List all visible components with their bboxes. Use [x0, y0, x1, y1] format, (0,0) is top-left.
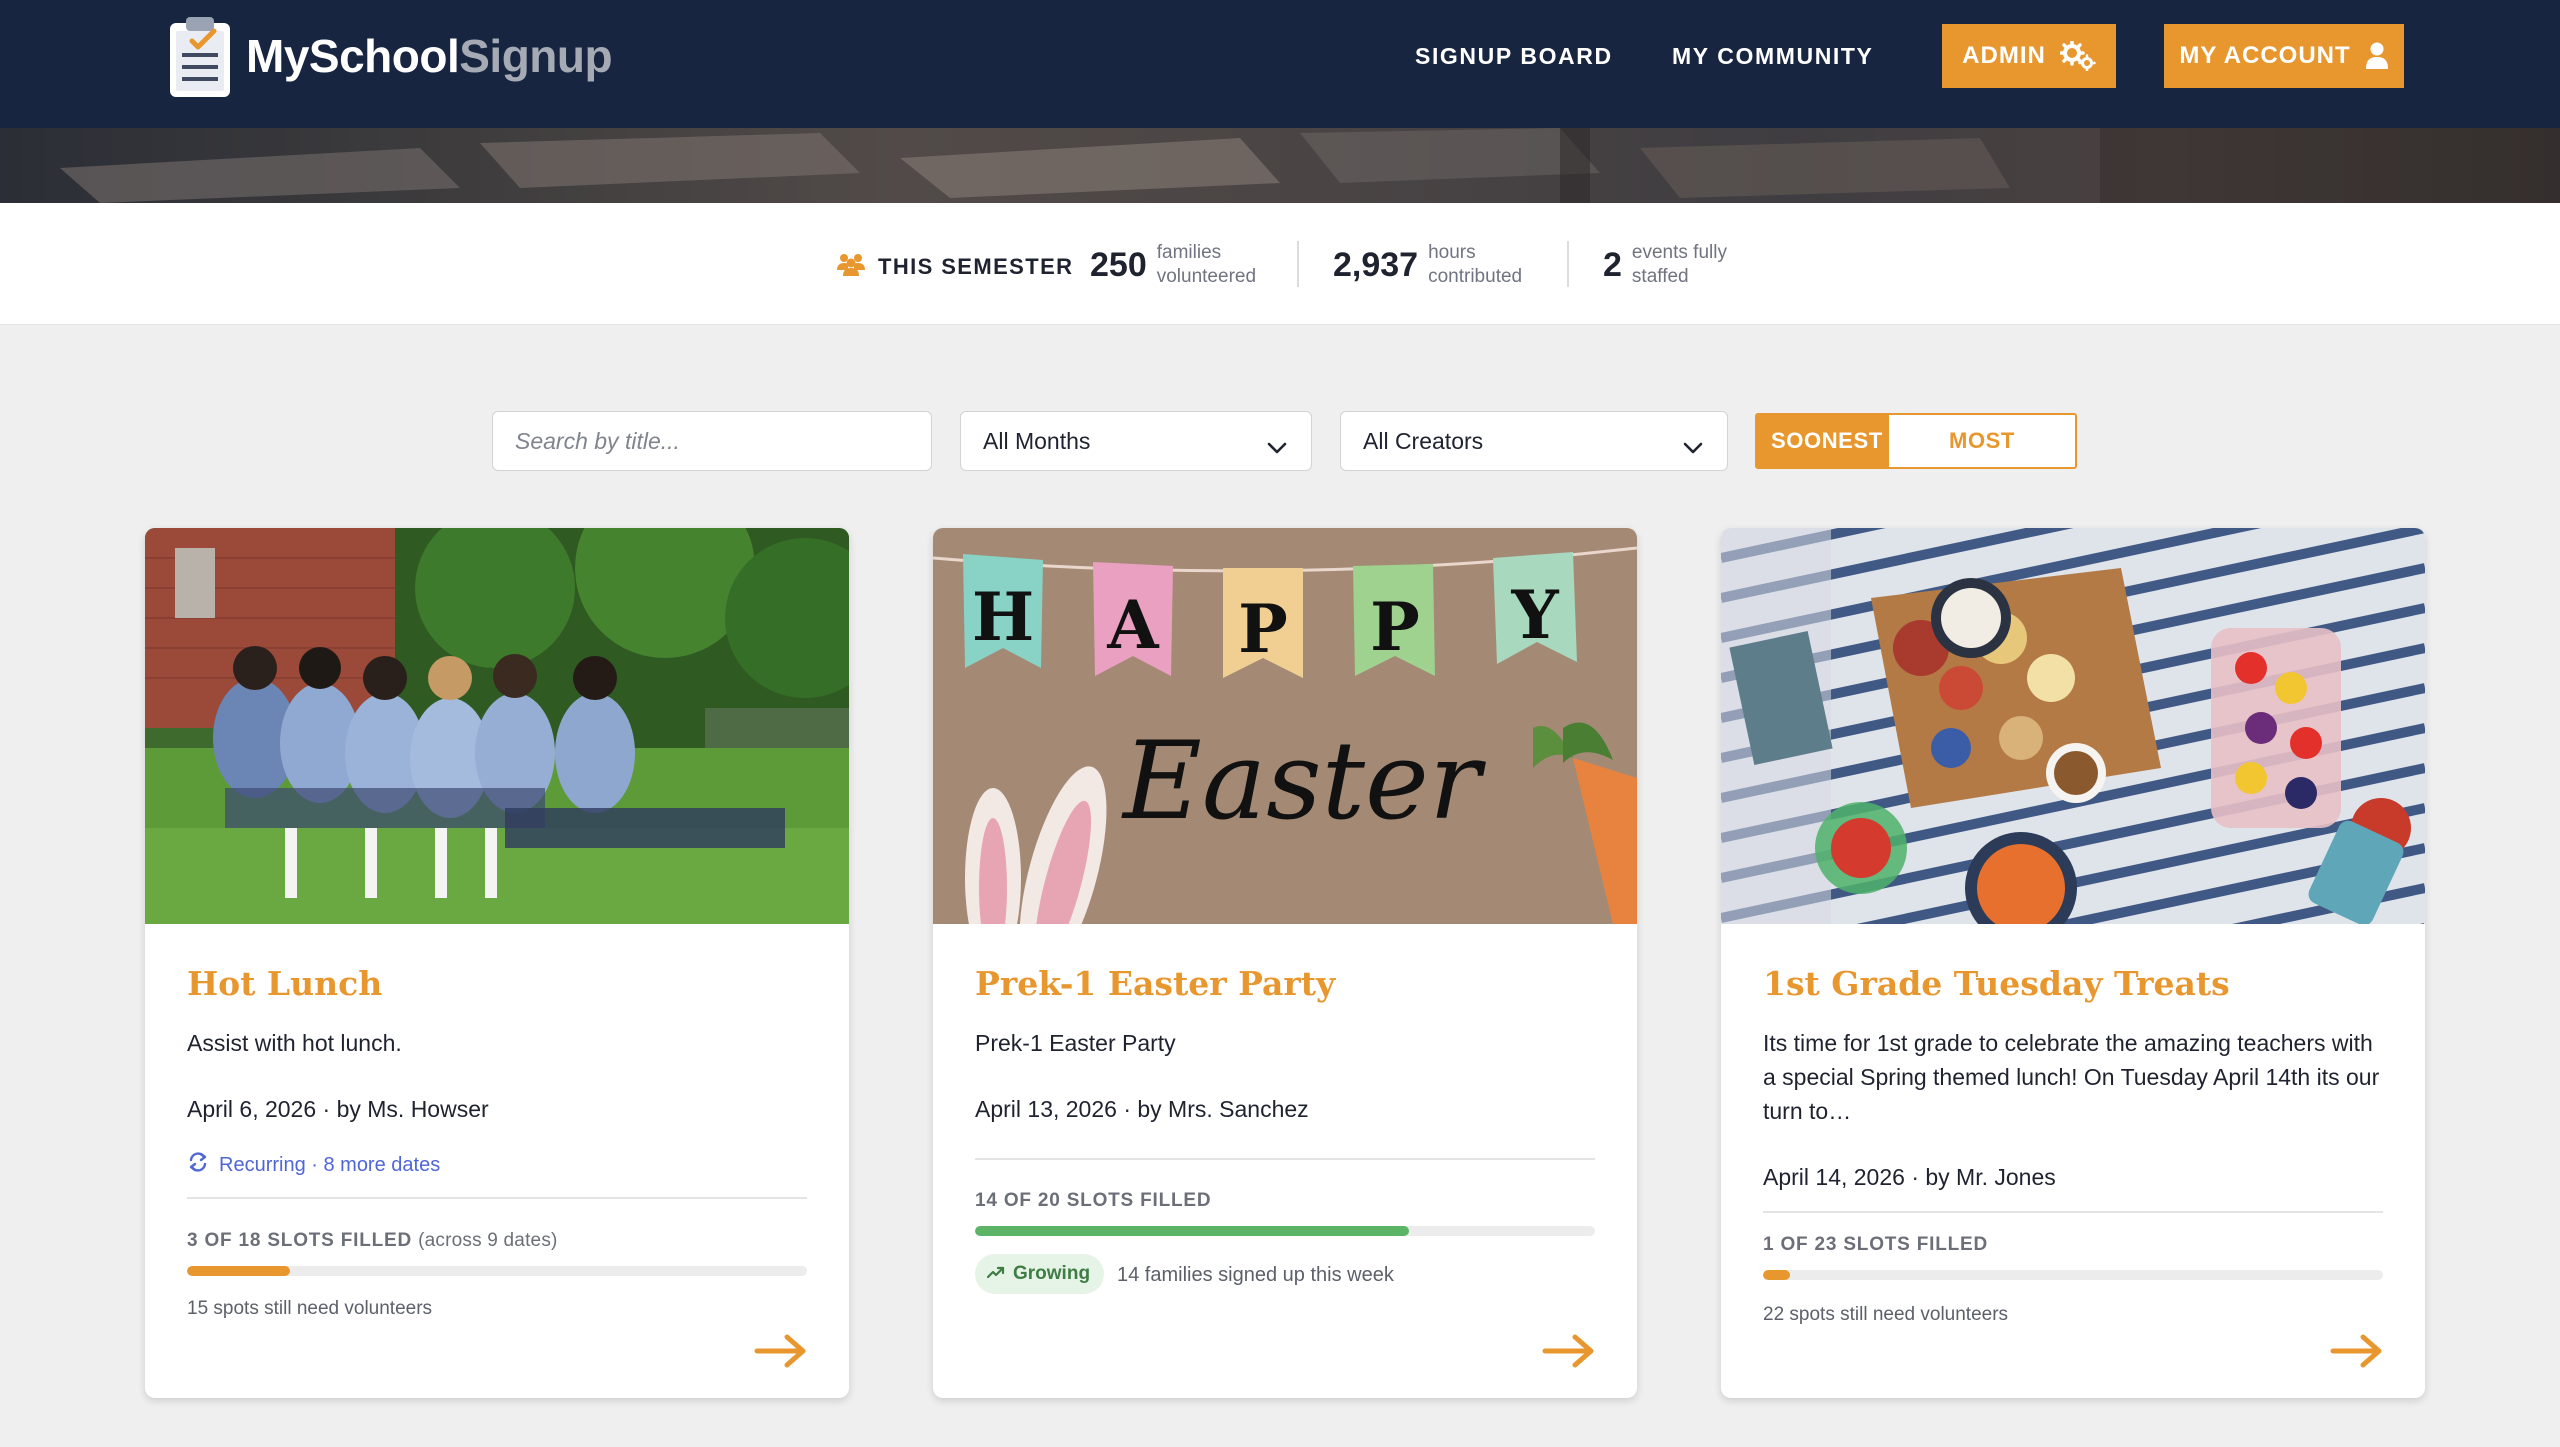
- card-title[interactable]: 1st Grade Tuesday Treats: [1763, 964, 2230, 1003]
- slots-progress-bar: [187, 1266, 807, 1276]
- stats-heading: THIS SEMESTER: [836, 247, 1073, 287]
- trending-up-icon: [986, 1263, 1005, 1285]
- stat-description: events fully staffed: [1631, 242, 1727, 287]
- card-description: Assist with hot lunch.: [187, 1030, 402, 1056]
- search-field[interactable]: [492, 411, 932, 471]
- stat-value: 2: [1603, 245, 1622, 284]
- slots-count: 3 OF 18 SLOTS FILLED: [187, 1230, 413, 1251]
- brand-name-my: MySchool: [246, 30, 460, 82]
- growing-badge: Growing: [975, 1254, 1105, 1294]
- slots-filled-label: 3 OF 18 SLOTS FILLED (across 9 dates): [187, 1230, 558, 1252]
- arrow-right-icon[interactable]: [753, 1333, 809, 1374]
- sort-most-needed-button[interactable]: MOST NEEDED: [1889, 415, 2075, 467]
- card-description: Prek-1 Easter Party: [975, 1030, 1176, 1056]
- slots-progress-bar: [975, 1226, 1595, 1236]
- card-date-creator: April 13, 2026 · by Mrs. Sanchez: [975, 1096, 1309, 1122]
- card-divider: [975, 1158, 1595, 1160]
- banner-letter: H: [972, 578, 1034, 656]
- banner-script: Easter: [1121, 719, 1486, 844]
- nav-my-community[interactable]: MY COMMUNITY: [1672, 24, 1874, 88]
- recurring-link[interactable]: Recurring · 8 more dates: [187, 1151, 440, 1179]
- card-image-students: [145, 528, 849, 924]
- stat-description: families volunteered: [1156, 242, 1257, 287]
- banner-letter: Y: [1510, 576, 1559, 654]
- admin-button[interactable]: ADMIN: [1942, 24, 2116, 88]
- nav-signup-board[interactable]: SIGNUP BOARD: [1415, 24, 1613, 88]
- chevron-down-icon: [1683, 434, 1703, 461]
- my-account-button-label: MY ACCOUNT: [2179, 42, 2351, 69]
- card-divider: [187, 1197, 807, 1199]
- card-title[interactable]: Hot Lunch: [187, 964, 382, 1003]
- card-title[interactable]: Prek-1 Easter Party: [975, 964, 1335, 1003]
- card-divider: [1763, 1211, 2383, 1213]
- card-image-picnic: [1721, 528, 2425, 924]
- slots-progress-fill: [975, 1226, 1409, 1236]
- people-icon: [836, 252, 866, 282]
- stats-heading-label: THIS SEMESTER: [878, 254, 1074, 279]
- arrow-right-icon[interactable]: [1541, 1333, 1597, 1374]
- stat-divider: [1297, 241, 1299, 287]
- slots-count: 1 OF 23 SLOTS FILLED: [1763, 1234, 1989, 1255]
- slots-filled-label: 14 OF 20 SLOTS FILLED: [975, 1190, 1211, 1212]
- banner-letter: P: [1370, 588, 1420, 666]
- clipboard-check-icon: [166, 13, 234, 99]
- brand-name-signup: Signup: [459, 30, 613, 82]
- repeat-icon: [187, 1151, 209, 1179]
- brand-name: MySchoolSignup: [246, 29, 613, 83]
- sort-soonest-button[interactable]: SOONEST: [1757, 415, 1889, 467]
- user-icon: [2365, 42, 2389, 70]
- stat-hours: 2,937 hours contributed: [1333, 237, 1546, 293]
- stat-value: 2,937: [1333, 245, 1419, 284]
- creator-select[interactable]: All Creators: [1340, 411, 1728, 471]
- card-date-creator: April 14, 2026 · by Mr. Jones: [1763, 1164, 2056, 1190]
- gears-icon: [2059, 41, 2096, 71]
- slots-count: 14 OF 20 SLOTS FILLED: [975, 1190, 1212, 1211]
- card-description: Its time for 1st grade to celebrate the …: [1763, 1030, 2380, 1124]
- sort-toggle: SOONEST MOST NEEDED: [1755, 413, 2077, 469]
- month-select[interactable]: All Months: [960, 411, 1312, 471]
- signup-activity-note: 14 families signed up this week: [1117, 1264, 1394, 1286]
- slots-progress-bar: [1763, 1270, 2383, 1280]
- arrow-right-icon[interactable]: [2329, 1333, 2385, 1374]
- my-account-button[interactable]: MY ACCOUNT: [2164, 24, 2404, 88]
- signup-card[interactable]: Hot Lunch Assist with hot lunch. April 6…: [145, 528, 849, 1398]
- growing-badge-label: Growing: [1013, 1263, 1091, 1284]
- stat-events: 2 events fully staffed: [1603, 237, 1744, 293]
- stat-description: hours contributed: [1428, 242, 1523, 287]
- signup-card[interactable]: 1st Grade Tuesday Treats Its time for 1s…: [1721, 528, 2425, 1398]
- banner-letter: P: [1238, 590, 1288, 668]
- slots-progress-fill: [187, 1266, 291, 1276]
- stat-value: 250: [1090, 245, 1147, 284]
- recurring-label: Recurring · 8 more dates: [219, 1153, 441, 1176]
- card-date-creator: April 6, 2026 · by Ms. Howser: [187, 1096, 489, 1122]
- slots-subnote: (across 9 dates): [418, 1230, 558, 1251]
- stat-divider: [1567, 241, 1569, 287]
- month-select-value: All Months: [983, 427, 1091, 454]
- admin-button-label: ADMIN: [1962, 42, 2046, 69]
- slots-filled-label: 1 OF 23 SLOTS FILLED: [1763, 1234, 1988, 1256]
- signup-card[interactable]: H A P P Y Easter Prek-1 Easter Party Pre…: [933, 528, 1637, 1398]
- hero-banner-image: [0, 128, 2560, 203]
- creator-select-value: All Creators: [1363, 427, 1484, 454]
- card-image-easter: H A P P Y Easter: [933, 528, 1637, 924]
- banner-letter: A: [1106, 586, 1159, 664]
- top-nav-bar: MySchoolSignup SIGNUP BOARD MY COMMUNITY…: [0, 0, 2560, 128]
- search-input[interactable]: [515, 427, 909, 455]
- stat-families: 250 families volunteered: [1090, 237, 1277, 293]
- spots-needed-note: 15 spots still need volunteers: [187, 1298, 433, 1319]
- brand-logo[interactable]: MySchoolSignup: [166, 12, 613, 100]
- slots-progress-fill: [1763, 1270, 1790, 1280]
- semester-stats-bar: THIS SEMESTER 250 families volunteered 2…: [0, 203, 2560, 325]
- spots-needed-note: 22 spots still need volunteers: [1763, 1304, 2009, 1325]
- chevron-down-icon: [1267, 434, 1287, 461]
